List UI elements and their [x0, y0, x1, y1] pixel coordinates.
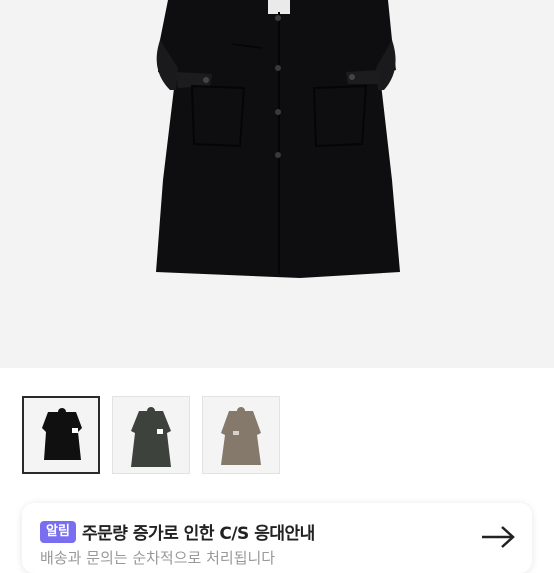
- thumbnail-list: [22, 396, 280, 474]
- thumbnail-charcoal[interactable]: [112, 396, 190, 474]
- notice-subtitle: 배송과 문의는 순차적으로 처리됩니다: [40, 549, 276, 567]
- coat-thumbnail-black: [42, 408, 82, 460]
- notice-badge: 알림: [40, 521, 76, 543]
- arrow-right-icon[interactable]: [480, 525, 516, 549]
- notice-title: 주문량 증가로 인한 C/S 응대안내: [82, 524, 315, 544]
- coat-image: [156, 0, 400, 278]
- thumbnail-taupe[interactable]: [202, 396, 280, 474]
- notice-banner[interactable]: 알림 주문량 증가로 인한 C/S 응대안내 배송과 문의는 순차적으로 처리됩…: [22, 503, 532, 573]
- coat-thumbnail-taupe: [221, 407, 261, 465]
- thumbnail-black[interactable]: [22, 396, 100, 474]
- product-main-image: [0, 0, 554, 368]
- coat-thumbnail-charcoal: [131, 407, 171, 467]
